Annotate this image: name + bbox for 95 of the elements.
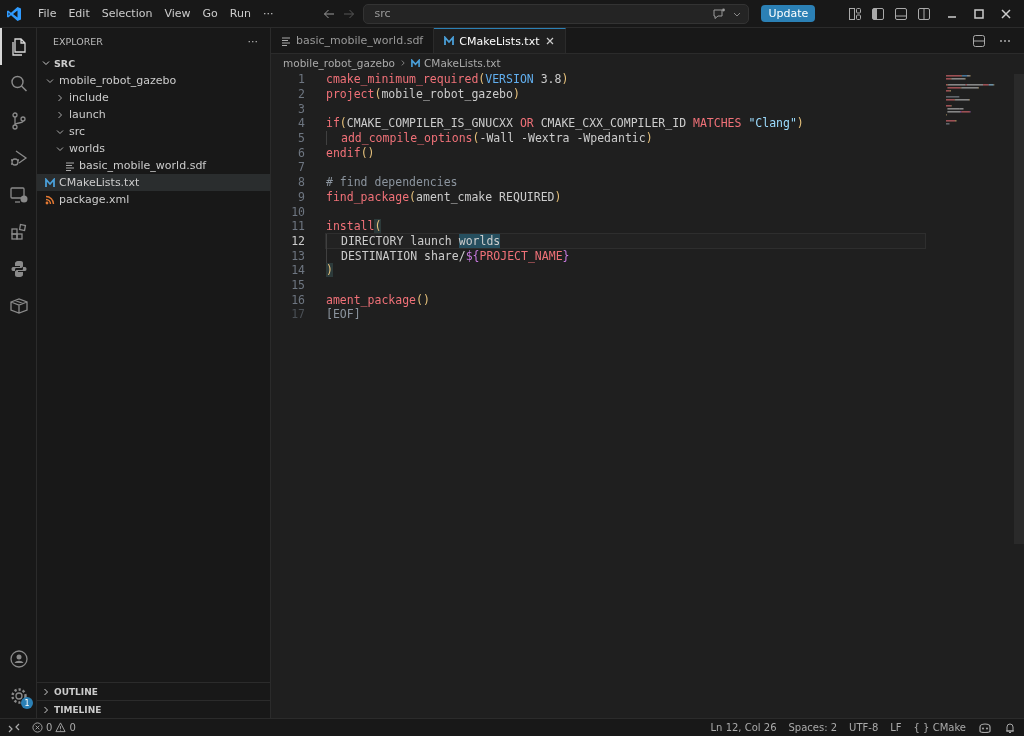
tree-item[interactable]: package.xml	[37, 191, 270, 208]
code-line: DESTINATION share/${PROJECT_NAME}	[341, 248, 570, 263]
folder-header[interactable]: SRC	[37, 54, 270, 72]
error-icon	[32, 722, 43, 733]
settings-icon	[9, 685, 29, 706]
notification-badge: 1	[21, 697, 33, 709]
tree-item[interactable]: launch	[37, 106, 270, 123]
menu-item[interactable]: Selection	[95, 7, 159, 20]
code-line: [EOF]	[326, 307, 361, 322]
m-letter-icon	[45, 177, 55, 188]
line-number: 3	[297, 101, 305, 116]
back-arrow-icon[interactable]	[323, 7, 336, 20]
code-line: add_compile_options(-Wall -Wextra -Wpedantic)	[341, 131, 653, 146]
line-number: 8	[297, 175, 305, 190]
status-item[interactable]: LF	[890, 722, 902, 733]
breadcrumb-item[interactable]: mobile_robot_gazebo	[283, 57, 395, 69]
split-editor-icon[interactable]	[972, 33, 986, 48]
close-icon[interactable]	[544, 36, 555, 46]
copilot-icon[interactable]	[978, 721, 992, 734]
status-item[interactable]: Ln 12, Col 26	[710, 722, 777, 733]
tree-item[interactable]: CMakeLists.txt	[37, 174, 270, 191]
code-line: ament_package()	[326, 292, 430, 307]
line-number: 1	[297, 72, 305, 87]
toggle-panel-icon[interactable]	[894, 6, 908, 21]
extensions-icon	[9, 221, 29, 242]
search-icon	[9, 73, 29, 94]
line-number: 9	[297, 189, 305, 204]
code-line: endif()	[326, 145, 375, 160]
menu-item[interactable]: Edit	[62, 7, 96, 20]
close-icon[interactable]	[1000, 7, 1012, 20]
code-line: find_package(ament_cmake REQUIRED)	[326, 189, 562, 204]
chevron-right-icon	[399, 59, 407, 67]
language-mode-button[interactable]: { } CMake	[913, 722, 966, 733]
text-lines-icon	[65, 160, 75, 171]
menu-item[interactable]: Go	[196, 7, 224, 20]
problems-button[interactable]: 0 0	[32, 722, 76, 733]
command-center-field[interactable]: src	[363, 3, 750, 24]
chevron-right-icon	[41, 704, 51, 715]
chevron-right-icon	[41, 686, 51, 697]
files-icon	[9, 36, 29, 57]
line-number: 13	[290, 248, 305, 263]
status-item[interactable]: UTF-8	[849, 722, 879, 733]
rss-icon	[45, 194, 55, 205]
menu-item[interactable]: View	[158, 7, 197, 20]
code-line: DIRECTORY launch worlds	[341, 233, 501, 248]
maximize-icon[interactable]	[973, 7, 985, 20]
tree-item[interactable]: include	[37, 89, 270, 106]
code-line: project(mobile_robot_gazebo)	[326, 87, 520, 102]
text-lines-icon	[281, 35, 291, 46]
warning-icon	[55, 722, 67, 733]
line-number: 7	[297, 160, 305, 175]
panel-header[interactable]: OUTLINE	[37, 682, 270, 700]
bell-icon[interactable]	[1004, 721, 1016, 734]
line-number: 15	[290, 277, 305, 292]
code-line: cmake_minimum_required(VERSION 3.8)	[326, 72, 569, 87]
breadcrumb-item[interactable]: CMakeLists.txt	[424, 57, 501, 69]
update-button[interactable]: Update	[761, 5, 816, 22]
line-number: 4	[297, 116, 305, 131]
line-number: 2	[297, 87, 305, 102]
line-number: 16	[290, 292, 305, 307]
m-letter-icon	[411, 58, 420, 68]
remote-monitor-icon	[9, 184, 29, 205]
package-icon	[9, 295, 29, 316]
m-letter-icon	[444, 36, 455, 46]
line-number: 11	[290, 219, 305, 234]
sidebar-title: EXPLORER	[53, 35, 103, 47]
toggle-secondary-sidebar-icon[interactable]	[917, 6, 931, 21]
vscode-logo-icon	[6, 5, 22, 22]
tree-item[interactable]: basic_mobile_world.sdf	[37, 157, 270, 174]
tree-item[interactable]: src	[37, 123, 270, 140]
python-icon	[9, 258, 29, 279]
line-number: 10	[290, 204, 305, 219]
code-line: install(	[326, 219, 382, 234]
status-item[interactable]: Spaces: 2	[788, 722, 838, 733]
line-number: 6	[297, 145, 305, 160]
menu-item[interactable]: File	[32, 7, 63, 20]
menu-item[interactable]: ···	[256, 7, 280, 20]
tree-item[interactable]: worlds	[37, 140, 270, 157]
line-number: 12	[290, 233, 305, 248]
settings-button[interactable]: 1	[0, 677, 36, 714]
more-actions-button[interactable]: ···	[247, 34, 258, 48]
branch-icon	[9, 110, 29, 131]
code-line: # find dependencies	[326, 175, 458, 190]
tree-item[interactable]: mobile_robot_gazebo	[37, 72, 270, 89]
toggle-sidebar-icon[interactable]	[871, 6, 885, 21]
chevron-down-icon	[41, 58, 51, 68]
customize-layout-icon[interactable]	[848, 6, 862, 21]
chat-bubble-icon[interactable]	[712, 6, 727, 21]
editor-tab[interactable]: CMakeLists.txt	[434, 28, 566, 53]
menu-item[interactable]: Run	[223, 7, 257, 20]
line-number: 5	[297, 131, 305, 146]
account-icon	[9, 648, 29, 669]
line-number: 14	[290, 263, 305, 278]
code-line: if(CMAKE_COMPILER_IS_GNUCXX OR CMAKE_CXX_COMPILER_ID MATCHES "Clang")	[326, 116, 804, 131]
remote-icon[interactable]	[8, 721, 20, 734]
